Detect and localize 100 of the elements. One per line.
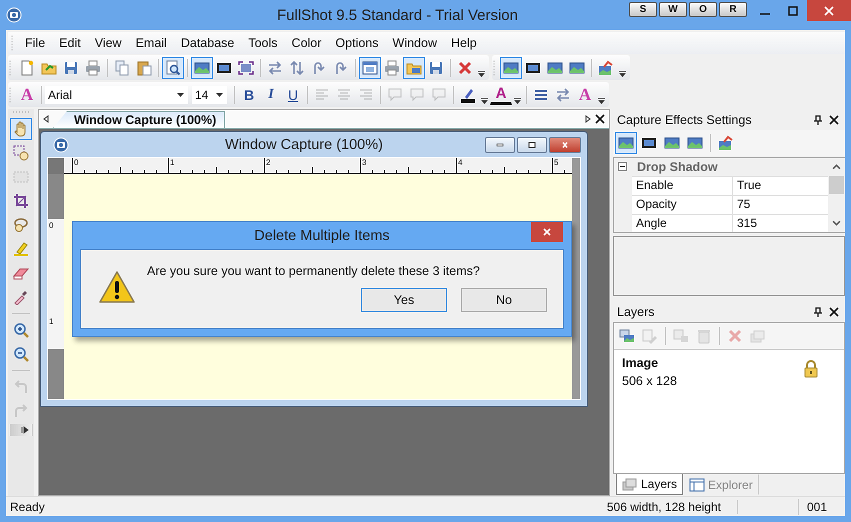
text-outline-button[interactable]: A bbox=[574, 84, 596, 106]
menu-item[interactable]: Edit bbox=[52, 36, 88, 50]
toolbar-grip[interactable] bbox=[11, 111, 31, 114]
caret-icon[interactable] bbox=[619, 69, 626, 78]
collapse-button[interactable] bbox=[618, 162, 629, 172]
scroll-thumb[interactable] bbox=[829, 176, 844, 194]
minimize-button[interactable] bbox=[485, 136, 515, 152]
magnifier-icon bbox=[165, 60, 181, 76]
menu-item[interactable]: Database bbox=[174, 36, 242, 50]
quick-button[interactable]: R bbox=[719, 2, 747, 17]
scroll-left-icon[interactable] bbox=[43, 115, 49, 123]
property-value[interactable]: 75 bbox=[733, 196, 828, 214]
text-effects-button[interactable]: A bbox=[16, 84, 38, 106]
scrollbar[interactable] bbox=[572, 158, 580, 399]
text-style-button[interactable]: B bbox=[238, 84, 260, 106]
dialog-button[interactable]: No bbox=[461, 288, 547, 312]
font-dropdown[interactable]: Arial bbox=[45, 86, 188, 104]
printer-icon bbox=[85, 60, 101, 76]
ruler-label: 1 bbox=[170, 158, 174, 167]
printer-icon bbox=[384, 60, 400, 76]
panel-title: Capture Effects Settings bbox=[616, 112, 753, 126]
text-style-button[interactable]: U bbox=[282, 84, 304, 106]
status-dimensions: 506 width, 128 height bbox=[590, 500, 738, 514]
panel-icon bbox=[689, 476, 706, 492]
ruler-label: 3 bbox=[362, 158, 366, 167]
close-icon[interactable] bbox=[595, 114, 605, 124]
align-right-icon bbox=[358, 86, 374, 102]
eyedropper-icon bbox=[13, 289, 29, 305]
dialog-button[interactable]: Yes bbox=[361, 288, 447, 312]
restore-button[interactable] bbox=[517, 136, 547, 152]
toolbar-button[interactable] bbox=[359, 56, 381, 78]
menu-item[interactable]: Help bbox=[444, 36, 484, 50]
lasso-icon bbox=[13, 217, 29, 233]
text-style-button[interactable]: I bbox=[260, 84, 282, 106]
toolbar-button[interactable] bbox=[162, 56, 184, 78]
caret-icon[interactable] bbox=[598, 96, 605, 105]
caret-icon[interactable] bbox=[478, 69, 485, 78]
expand-button[interactable] bbox=[9, 424, 33, 436]
pin-icon[interactable] bbox=[813, 306, 823, 316]
toolbar-grip[interactable] bbox=[493, 58, 496, 76]
status-page: 001 bbox=[806, 500, 828, 514]
quick-button[interactable]: S bbox=[629, 2, 657, 17]
close-icon bbox=[542, 227, 552, 237]
size-dropdown[interactable]: 14 bbox=[192, 86, 227, 104]
menu-item[interactable]: Options bbox=[328, 36, 386, 50]
layers-icon bbox=[750, 328, 766, 344]
fullscreen-icon bbox=[238, 60, 254, 76]
ruler-label: 1 bbox=[49, 317, 54, 326]
toolbar-grip[interactable] bbox=[9, 58, 12, 76]
close-icon bbox=[560, 142, 570, 148]
camera-icon bbox=[53, 136, 69, 152]
highlighter-icon bbox=[13, 241, 29, 257]
scroll-up-icon[interactable] bbox=[832, 164, 841, 170]
menu-item[interactable]: View bbox=[88, 36, 129, 50]
layer-name[interactable]: Image bbox=[622, 356, 677, 370]
panel-tab[interactable]: Layers bbox=[616, 474, 684, 495]
close-icon[interactable] bbox=[829, 306, 839, 316]
padlock-icon[interactable] bbox=[804, 360, 818, 378]
layer-size: 506 x 128 bbox=[622, 374, 677, 388]
layers-icon bbox=[619, 328, 635, 344]
scroll-down-icon[interactable] bbox=[832, 220, 841, 226]
picture-icon bbox=[503, 60, 519, 76]
property-value[interactable]: True bbox=[733, 177, 828, 195]
scroll-right-icon[interactable] bbox=[585, 115, 591, 123]
close-button[interactable] bbox=[549, 136, 581, 152]
picture-icon bbox=[194, 60, 210, 76]
quick-button[interactable]: W bbox=[659, 2, 687, 17]
close-button[interactable] bbox=[807, 0, 851, 21]
menu-item[interactable]: Window bbox=[386, 36, 444, 50]
toolbar-button[interactable] bbox=[615, 132, 637, 154]
quick-button[interactable]: O bbox=[689, 2, 717, 17]
toolbar-button[interactable] bbox=[500, 56, 522, 78]
text-color-button[interactable]: A bbox=[490, 84, 512, 104]
document-tab[interactable]: Window Capture (100%) bbox=[53, 111, 226, 128]
tool-button[interactable] bbox=[10, 118, 32, 140]
warning-icon bbox=[99, 270, 135, 304]
toolbar-grip[interactable] bbox=[11, 34, 14, 52]
crop-icon bbox=[13, 193, 29, 209]
menu-item[interactable]: Color bbox=[284, 36, 328, 50]
picture-icon bbox=[664, 135, 680, 151]
close-icon[interactable] bbox=[829, 114, 839, 124]
minus-icon bbox=[618, 162, 627, 170]
caret-icon[interactable] bbox=[514, 96, 521, 105]
menu-item[interactable]: Tools bbox=[241, 36, 285, 50]
align-left-icon bbox=[314, 86, 330, 102]
toolbar-grip[interactable] bbox=[9, 86, 12, 104]
property-value[interactable]: 315 bbox=[733, 215, 828, 232]
ruler-label: 5 bbox=[554, 158, 558, 167]
toolbar-button[interactable] bbox=[191, 56, 213, 78]
menu-item[interactable]: Email bbox=[128, 36, 174, 50]
ruler-corner bbox=[48, 158, 64, 174]
caret-icon[interactable] bbox=[481, 96, 488, 105]
pin-icon[interactable] bbox=[813, 114, 823, 124]
arrows-icon bbox=[267, 60, 283, 76]
menu-item[interactable]: File bbox=[18, 36, 52, 50]
picture-icon bbox=[687, 135, 703, 151]
close-button[interactable] bbox=[531, 222, 563, 242]
zoom-in-icon bbox=[13, 322, 29, 338]
document-icon bbox=[19, 60, 35, 76]
property-name: Angle bbox=[632, 215, 733, 232]
